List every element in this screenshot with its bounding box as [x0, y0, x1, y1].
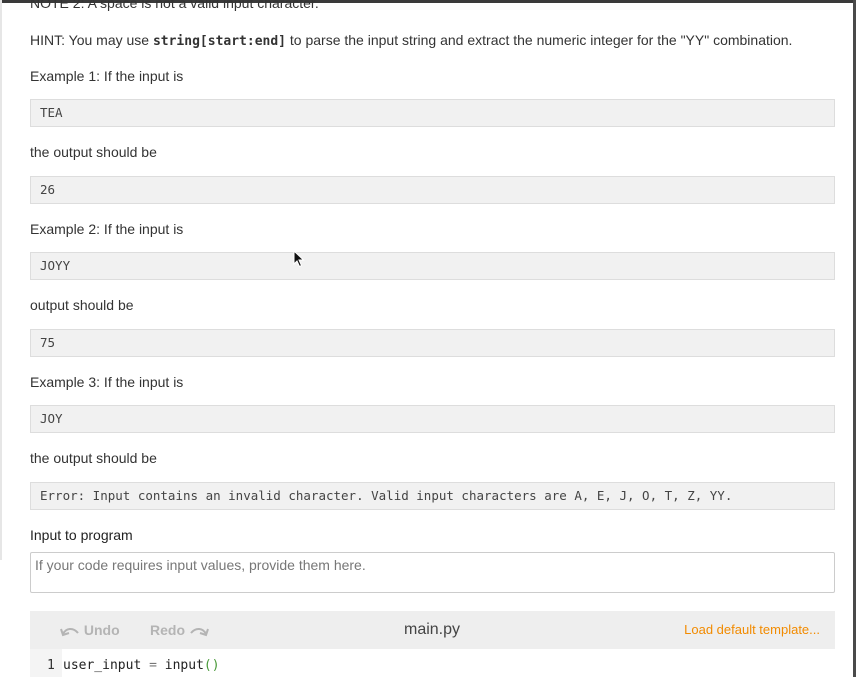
window-left-edge [0, 0, 2, 560]
instructions-content: NOTE 2: A space is not a valid input cha… [30, 0, 835, 593]
example-1-output-label: the output should be [30, 144, 157, 160]
example-3-label: Example 3: If the input is [30, 374, 184, 390]
code-function: input [164, 658, 204, 673]
redo-label: Redo [150, 622, 185, 638]
hint-prefix: HINT: You may use [30, 32, 153, 48]
redo-button[interactable]: Redo [150, 611, 209, 649]
example-2-label: Example 2: If the input is [30, 221, 184, 237]
line-number: 1 [47, 658, 55, 673]
undo-button[interactable]: Undo [60, 611, 120, 649]
load-default-template-link[interactable]: Load default template... [684, 611, 820, 649]
example-2-output-label: output should be [30, 297, 134, 313]
code-variable: user_input [63, 658, 142, 673]
program-input-field[interactable] [30, 552, 835, 593]
example-3-input-box: JOY [30, 405, 835, 433]
example-2-output-box: 75 [30, 329, 835, 357]
mouse-pointer-icon [293, 249, 305, 273]
code-operator: = [141, 658, 165, 673]
redo-icon [189, 622, 209, 638]
program-input-label: Input to program [30, 527, 133, 543]
undo-label: Undo [83, 622, 120, 638]
example-1-output-box: 26 [30, 176, 835, 204]
hint-text: HINT: You may use string[start:end] to p… [30, 31, 835, 51]
example-3-output-label: the output should be [30, 450, 157, 466]
file-name-title: main.py [404, 621, 461, 638]
code-editor[interactable]: 1 user_input = input() [30, 649, 835, 677]
example-2-input-box: JOYY [30, 252, 835, 280]
example-3-output-box: Error: Input contains an invalid charact… [30, 482, 835, 510]
code-line-1[interactable]: user_input = input() [63, 658, 220, 673]
note-2-text: NOTE 2: A space is not a valid input cha… [30, 0, 319, 11]
example-1-input-box: TEA [30, 99, 835, 127]
line-number-gutter: 1 [30, 649, 62, 677]
hint-suffix: to parse the input string and extract th… [286, 32, 793, 48]
editor-toolbar: Undo Redo main.py Load default template.… [30, 611, 835, 649]
example-1-label: Example 1: If the input is [30, 68, 184, 84]
undo-icon [60, 622, 80, 638]
code-parens: () [203, 658, 220, 673]
hint-code: string[start:end] [152, 34, 287, 49]
zybooks-lab-page: NOTE 2: A space is not a valid input cha… [0, 0, 856, 677]
